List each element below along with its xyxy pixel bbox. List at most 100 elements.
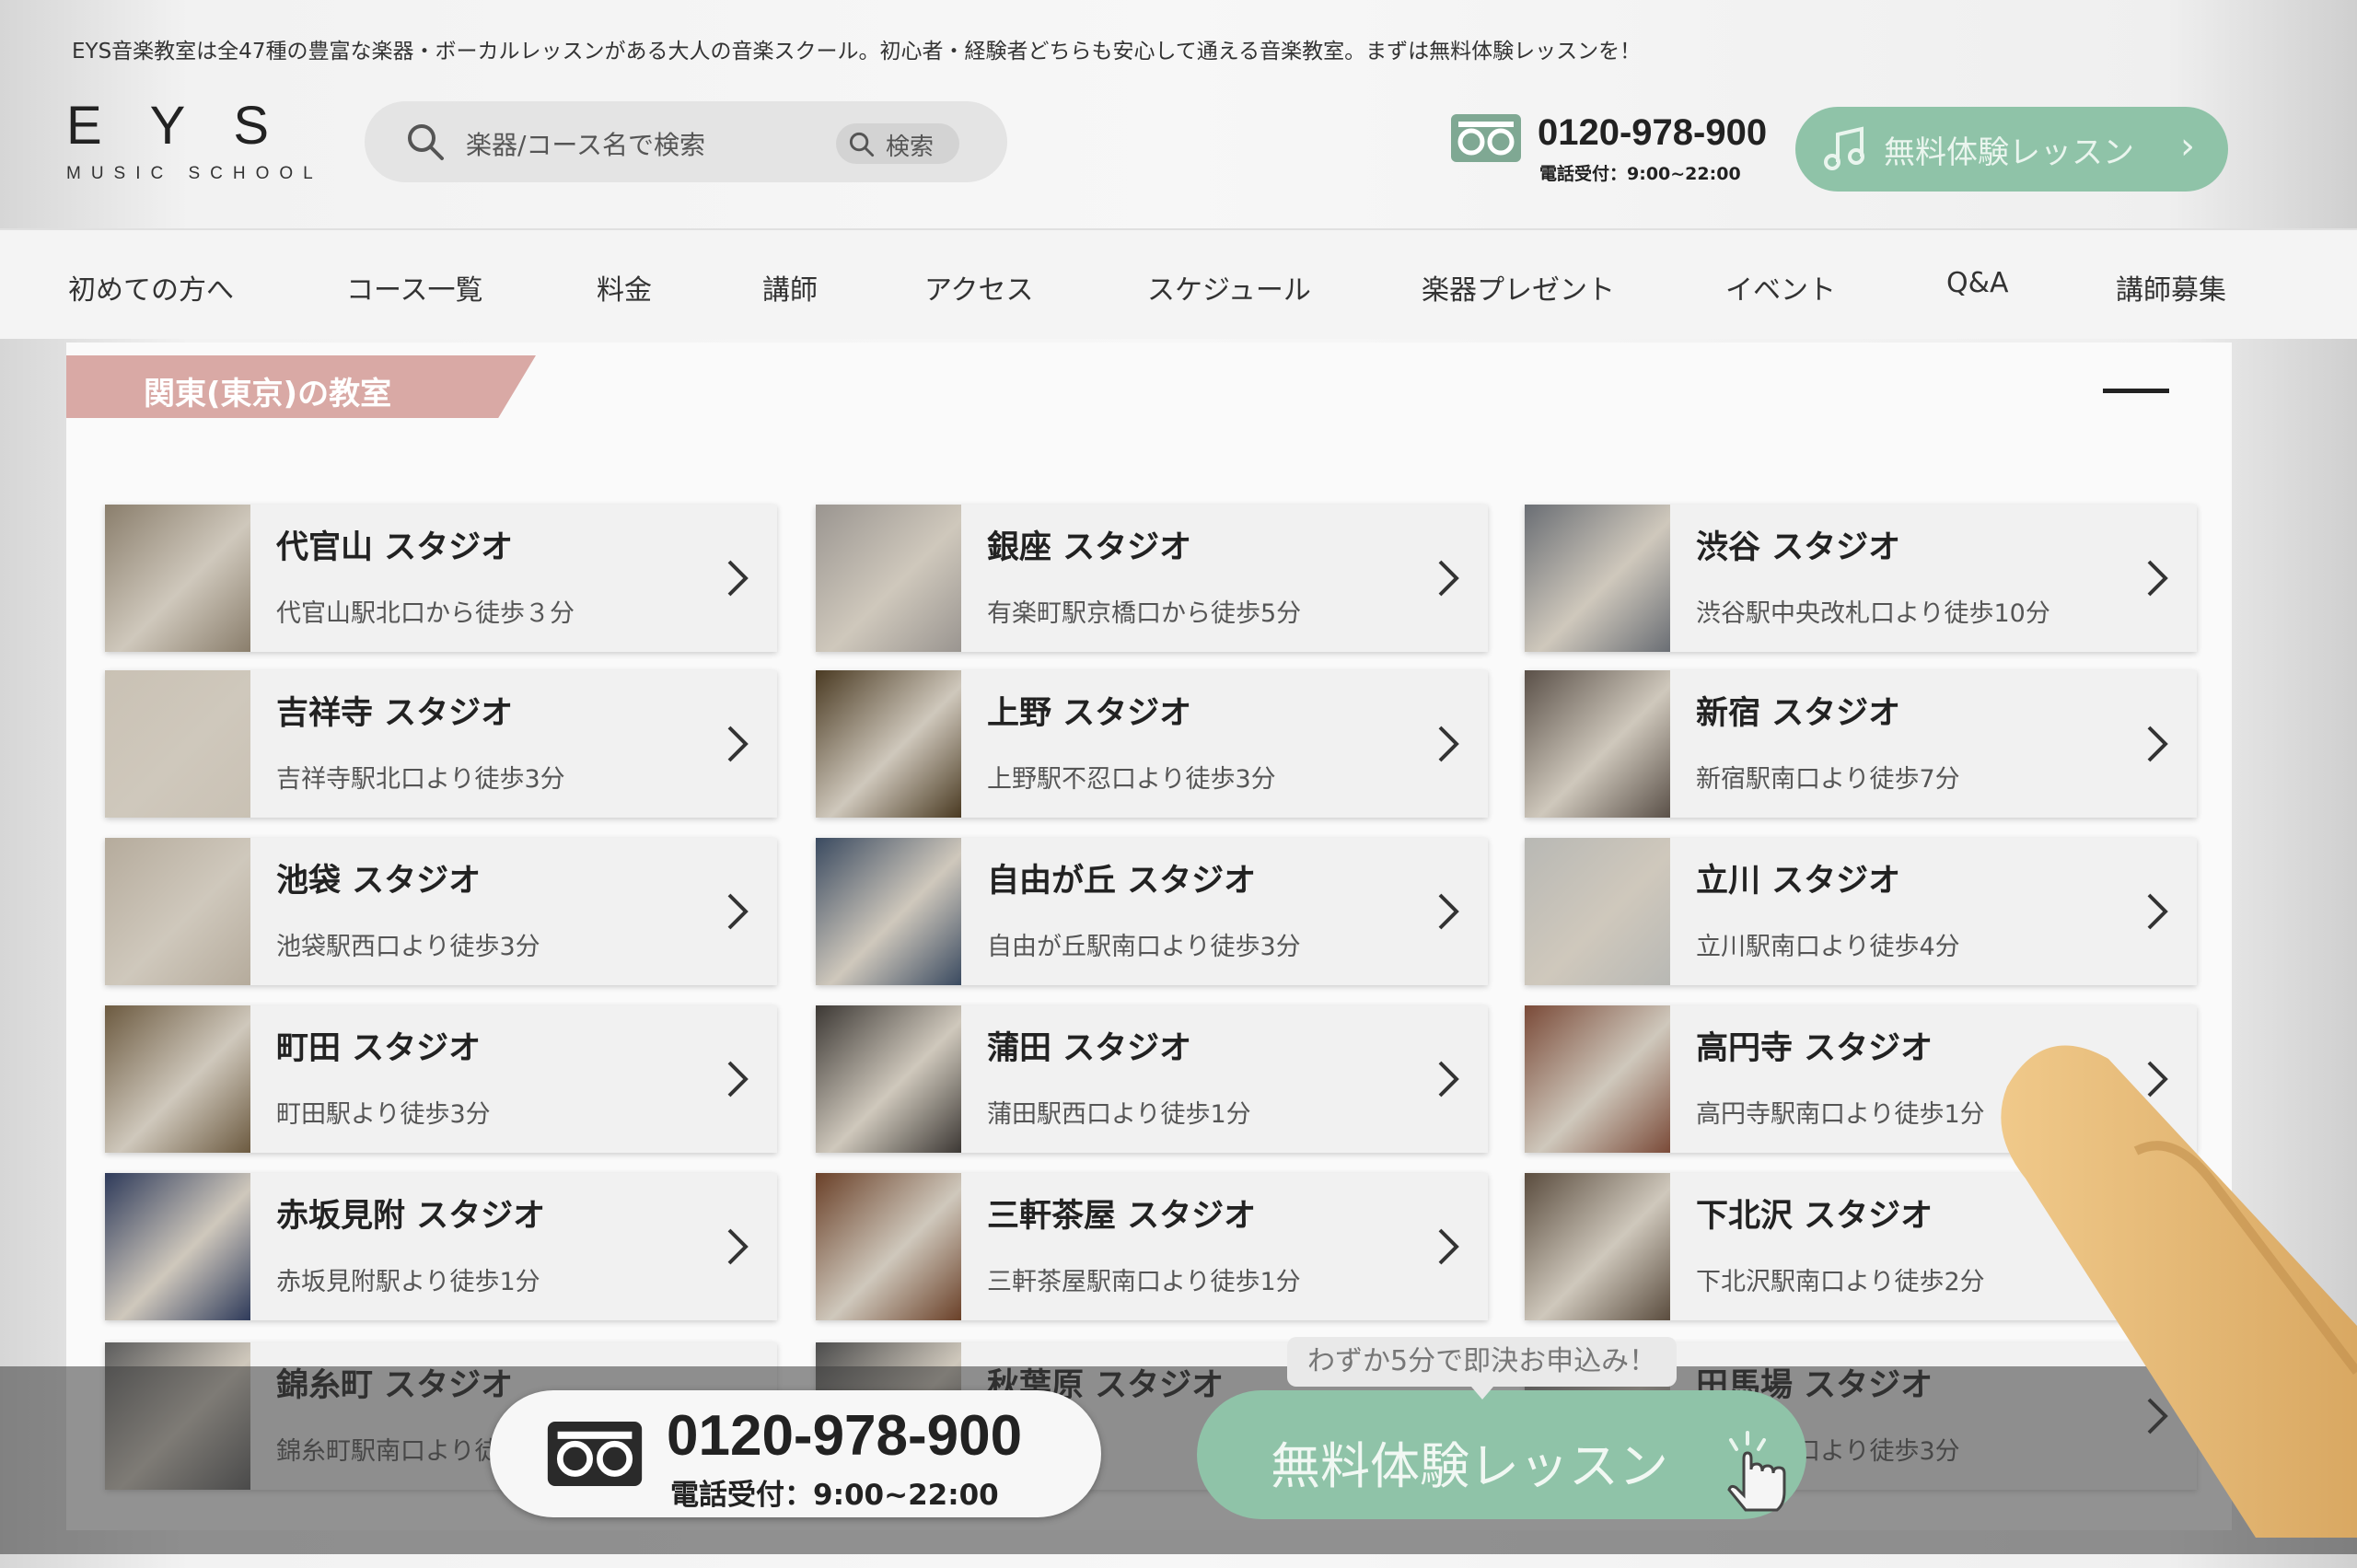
global-nav: 初めての方へ コース一覧 料金 講師 アクセス スケジュール 楽器プレゼント イ… [0,228,2357,339]
logo-main: EYS [66,96,318,156]
freedial-icon [1451,114,1521,162]
studio-card[interactable]: 吉祥寺 スタジオ吉祥寺駅北口より徒歩3分 [105,670,777,818]
search-button[interactable]: 検索 [836,123,959,164]
nav-courses[interactable]: コース一覧 [346,267,483,308]
nav-pricing[interactable]: 料金 [597,267,652,308]
studio-card[interactable]: 立川 スタジオ 立川駅南口より徒歩4分 [1525,838,2197,985]
header-phone[interactable]: 0120-978-900 電話受付：9:00~22:00 [1451,112,1767,184]
studio-card[interactable]: 銀座 スタジオ有楽町駅京橋口から徒歩5分 [816,505,1488,652]
section-heading: 関東(東京)の教室 [66,355,536,418]
nav-schedule[interactable]: スケジュール [1147,267,1311,308]
studio-card[interactable]: 自由が丘 スタジオ自由が丘駅南口より徒歩3分 [816,838,1488,985]
nav-access[interactable]: アクセス [924,267,1034,308]
nav-instructors[interactable]: 講師 [762,267,818,308]
studio-name: 蒲田 スタジオ [987,1030,1192,1067]
studio-name: 町田 スタジオ [276,1030,482,1067]
header-trial-lesson-button[interactable]: 無料体験レッスン › [1795,107,2228,192]
chevron-right-icon [1438,1228,1459,1265]
sticky-trial-label: 無料体験レッスン [1271,1437,1668,1495]
studio-name: 吉祥寺 スタジオ [276,695,514,732]
chevron-right-icon [1438,1061,1459,1098]
search-button-label: 検索 [886,134,935,161]
search-bar[interactable]: 楽器/コース名で検索 検索 [365,101,1007,182]
studio-photo [1525,1005,1670,1153]
chevron-right-icon [2147,893,2168,930]
studio-photo [105,1173,250,1320]
studio-card[interactable]: 池袋 スタジオ池袋駅西口より徒歩3分 [105,838,777,985]
search-input[interactable]: 楽器/コース名で検索 [466,125,705,162]
studio-access: 自由が丘駅南口より徒歩3分 [987,933,1301,961]
studio-access: 立川駅南口より徒歩4分 [1696,933,1960,961]
studio-name: 代官山 スタジオ [276,529,514,566]
studio-access: 吉祥寺駅北口より徒歩3分 [276,765,565,794]
studio-card[interactable]: 赤坂見附 スタジオ 赤坂見附駅より徒歩1分 [105,1173,777,1320]
collapse-toggle[interactable] [2103,389,2169,393]
sticky-phone-button[interactable]: 0120-978-900 電話受付：9:00~22:00 [490,1390,1101,1517]
logo-sub: MUSIC SCHOOL [66,164,323,183]
section-title: 関東(東京)の教室 [144,376,392,412]
chevron-right-icon [727,726,749,762]
pointer-hand-icon [1727,1431,1786,1512]
studio-access: 三軒茶屋駅南口より徒歩1分 [987,1268,1301,1296]
studio-name: 高円寺 スタジオ [1696,1030,1933,1067]
studio-name: 上野 スタジオ [987,695,1192,732]
studio-name: 自由が丘 スタジオ [987,863,1257,900]
studio-name: 下北沢 スタジオ [1696,1198,1933,1235]
studio-access: 上野駅不忍口より徒歩3分 [987,765,1276,794]
studio-access: 渋谷駅中央改札口より徒歩10分 [1696,599,2050,628]
header-trial-label: 無料体験レッスン [1884,134,2134,171]
studio-card[interactable]: 町田 スタジオ 町田駅より徒歩3分 [105,1005,777,1153]
nav-first-time[interactable]: 初めての方へ [68,267,234,308]
studio-photo [816,1173,961,1320]
music-note-icon [1824,126,1864,170]
studio-card[interactable]: 新宿 スタジオ新宿駅南口より徒歩7分 [1525,670,2197,818]
studio-name: 銀座 スタジオ [987,529,1192,566]
studio-photo [1525,670,1670,818]
sticky-phone-hours: 電話受付：9:00~22:00 [670,1479,999,1512]
studio-access: 池袋駅西口より徒歩3分 [276,933,540,961]
studio-photo [816,838,961,985]
sticky-trial-lesson-button[interactable]: 無料体験レッスン [1197,1390,1806,1519]
studio-access: 代官山駅北口から徒歩３分 [276,599,575,628]
studio-photo [105,838,250,985]
header-phone-hours: 電話受付：9:00~22:00 [1539,164,1741,184]
studio-access: 新宿駅南口より徒歩7分 [1696,765,1960,794]
nav-events[interactable]: イベント [1725,267,1836,308]
studio-section: 関東(東京)の教室 代官山 スタジオ 代官山駅北口から徒歩３分 銀座 スタジオ 有楽町… [66,343,2232,1530]
chevron-right-icon [2147,726,2168,762]
studio-name: 池袋 スタジオ [276,863,482,900]
chevron-right-icon [727,1228,749,1265]
chevron-right-icon [1438,726,1459,762]
studio-name: 渋谷 スタジオ [1696,529,1901,566]
chevron-right-icon [1438,560,1459,597]
studio-access: 蒲田駅西口より徒歩1分 [987,1100,1251,1129]
studio-photo [1525,505,1670,652]
chevron-right-icon [727,1061,749,1098]
site-tagline: EYS音楽教室は全47種の豊富な楽器・ボーカルレッスンがある大人の音楽スクール。… [72,40,1642,64]
studio-photo [105,505,250,652]
nav-instrument-present[interactable]: 楽器プレゼント [1422,267,1615,308]
promo-tooltip: わずか5分で即決お申込み！ [1287,1337,1678,1400]
nav-recruit[interactable]: 講師募集 [2116,267,2226,308]
studio-access: 有楽町駅京橋口から徒歩5分 [987,599,1302,628]
nav-qa[interactable]: Q&A [1946,267,2009,299]
search-button-icon [849,132,875,157]
studio-name: 新宿 スタジオ [1696,695,1901,732]
studio-card[interactable]: 代官山 スタジオ代官山駅北口から徒歩３分 [105,505,777,652]
studio-access: 下北沢駅南口より徒歩2分 [1696,1268,1985,1296]
studio-access: 高円寺駅南口より徒歩1分 [1696,1100,1985,1129]
studio-card[interactable]: 渋谷 スタジオ渋谷駅中央改札口より徒歩10分 [1525,505,2197,652]
studio-photo [816,670,961,818]
studio-card[interactable]: 蒲田 スタジオ蒲田駅西口より徒歩1分 [816,1005,1488,1153]
finger-pointer-photo [2001,1045,2357,1538]
studio-card[interactable]: 上野 スタジオ上野駅不忍口より徒歩3分 [816,670,1488,818]
studio-photo [105,1005,250,1153]
studio-photo [1525,838,1670,985]
chevron-right-icon [727,560,749,597]
browser-viewport: EYS音楽教室は全47種の豊富な楽器・ボーカルレッスンがある大人の音楽スクール。… [0,0,2357,1568]
studio-card[interactable]: 三軒茶屋 スタジオ 三軒茶屋駅南口より徒歩1分 [816,1173,1488,1320]
chevron-right-icon: › [2180,125,2195,168]
header-phone-number[interactable]: 0120-978-900 [1538,112,1767,154]
studio-photo [1525,1173,1670,1320]
eys-logo[interactable]: EYS MUSIC SCHOOL [66,99,323,184]
